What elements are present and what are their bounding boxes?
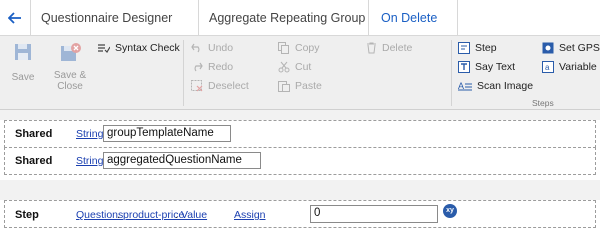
paste-label: Paste	[295, 80, 322, 92]
trash-icon	[367, 42, 376, 54]
tab-on-delete-rule[interactable]: On Delete Rule	[368, 0, 458, 61]
shared-row: Shared String aggregatedQuestionName	[4, 147, 596, 175]
step-row: Step Questions . product-price . Value A…	[4, 200, 596, 228]
back-button[interactable]	[0, 0, 30, 36]
variable-button[interactable]: a Variable	[542, 61, 597, 73]
variable-label: Variable	[559, 61, 597, 73]
value-input[interactable]: 0	[310, 205, 438, 223]
step-icon	[458, 42, 470, 54]
delete-label: Delete	[382, 42, 413, 54]
tab-questionnaire-designer[interactable]: Questionnaire Designer v18.0.0	[30, 0, 198, 61]
redo-button[interactable]: Redo	[191, 61, 233, 73]
step-label: Step	[475, 42, 497, 54]
content-spacer	[0, 180, 600, 200]
redo-label: Redo	[208, 61, 234, 73]
title-bar: Questionnaire Designer v18.0.0 Aggregate…	[0, 0, 600, 61]
name-input[interactable]: aggregatedQuestionName	[103, 152, 261, 169]
syntax-check-icon	[98, 44, 110, 53]
arrow-left-icon	[8, 12, 21, 24]
scissors-icon	[278, 61, 290, 73]
redo-icon	[194, 62, 203, 72]
shared-row: Shared String groupTemplateName	[4, 120, 596, 148]
copy-icon	[278, 42, 289, 54]
type-link[interactable]: String	[76, 155, 103, 167]
svg-text:a: a	[545, 63, 550, 72]
name-input[interactable]: groupTemplateName	[103, 125, 231, 142]
steps-group-label: Steps	[532, 98, 554, 108]
path-link-value[interactable]: Value	[181, 209, 207, 221]
save-label: Save	[11, 72, 35, 83]
xy-icon[interactable]: xy	[443, 204, 457, 218]
delete-button[interactable]: Delete	[366, 42, 412, 54]
type-link[interactable]: String	[76, 128, 103, 140]
content-spacer	[0, 110, 600, 120]
gps-icon	[542, 42, 554, 54]
cut-label: Cut	[295, 61, 312, 73]
set-gps-button[interactable]: Set GPS	[542, 42, 600, 54]
step-button[interactable]: Step	[458, 42, 497, 54]
tab-aggregate-repeating-group[interactable]: Aggregate Repeating Group v3 *	[198, 0, 368, 61]
ribbon-toolbar: Save Save & Close Syntax Check Undo Redo…	[0, 36, 600, 110]
scan-image-icon: A	[458, 81, 472, 91]
save-icon	[15, 44, 31, 60]
syntax-check-label: Syntax Check	[115, 42, 180, 54]
copy-label: Copy	[295, 42, 320, 54]
deselect-button[interactable]: Deselect	[191, 80, 249, 92]
row-label: Shared	[15, 128, 53, 140]
say-text-icon	[458, 61, 470, 73]
deselect-label: Deselect	[208, 80, 249, 92]
ribbon-separator	[183, 40, 184, 106]
copy-button[interactable]: Copy	[278, 42, 320, 54]
syntax-check-button[interactable]: Syntax Check	[97, 42, 180, 54]
paste-button[interactable]: Paste	[278, 80, 322, 92]
variable-icon: a	[542, 61, 554, 73]
row-label: Step	[15, 209, 39, 221]
scan-image-button[interactable]: A Scan Image	[458, 80, 533, 92]
set-gps-label: Set GPS	[559, 42, 600, 54]
undo-icon	[191, 43, 200, 53]
paste-icon	[278, 81, 290, 92]
assign-link[interactable]: Assign	[234, 209, 266, 221]
save-close-label: Save & Close	[53, 70, 87, 92]
scan-image-label: Scan Image	[477, 80, 534, 92]
path-separator: .	[175, 209, 178, 221]
save-close-button[interactable]: Save & Close	[50, 43, 90, 92]
ribbon-separator	[451, 40, 452, 106]
save-close-icon	[61, 43, 81, 61]
row-label: Shared	[15, 155, 53, 167]
undo-button[interactable]: Undo	[191, 42, 233, 54]
path-separator: .	[117, 209, 120, 221]
undo-label: Undo	[208, 42, 234, 54]
say-text-label: Say Text	[475, 61, 516, 73]
say-text-button[interactable]: Say Text	[458, 61, 515, 73]
cut-button[interactable]: Cut	[278, 61, 311, 73]
deselect-icon	[191, 80, 203, 92]
save-button[interactable]: Save	[6, 43, 40, 83]
